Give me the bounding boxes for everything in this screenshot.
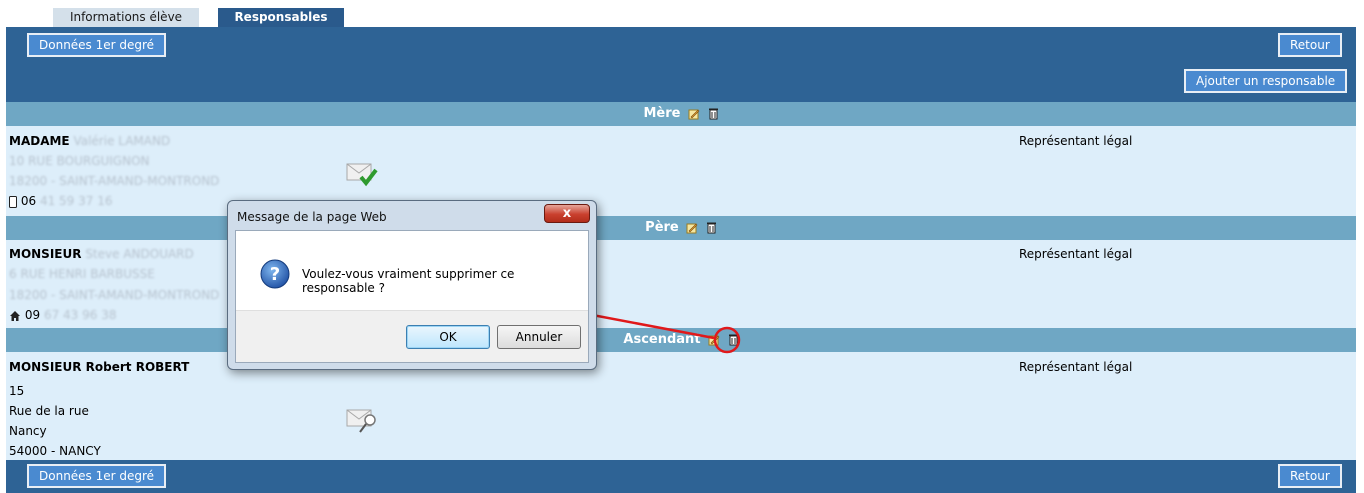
guardian-row-ascendant: MONSIEUR Robert ROBERT 15 Rue de la rue …: [6, 352, 1356, 460]
tab-bar: Informations élève Responsables: [0, 0, 1364, 27]
address-line-1: 10 RUE BOURGUIGNON: [9, 154, 150, 168]
address-line-1: 6 RUE HENRI BARBUSSE: [9, 267, 155, 281]
ok-button[interactable]: OK: [406, 325, 490, 349]
footer-bar: Données 1er degré Retour: [6, 460, 1356, 493]
section-title: Mère: [643, 106, 681, 121]
phone-number: 67 43 96 38: [43, 308, 117, 322]
address-line-1: 15: [9, 384, 25, 398]
add-guardian-button[interactable]: Ajouter un responsable: [1184, 69, 1348, 93]
tab-guardians[interactable]: Responsables: [218, 8, 344, 27]
primary-data-button-bottom[interactable]: Données 1er degré: [27, 464, 167, 488]
section-header-father: Père: [6, 216, 1356, 240]
confirm-dialog: Message de la page Web x ? Voulez-vous v…: [227, 200, 597, 370]
edit-icon[interactable]: [686, 222, 698, 234]
dialog-body: ? Voulez-vous vraiment supprimer ce resp…: [235, 230, 589, 363]
cancel-button[interactable]: Annuler: [497, 325, 581, 349]
guardian-row-father: MONSIEUR Steve ANDOUARD 6 RUE HENRI BARB…: [6, 240, 1356, 328]
address-line-2: Rue de la rue: [9, 404, 89, 418]
legal-status: Représentant légal: [1019, 247, 1133, 261]
tab-student-info[interactable]: Informations élève: [53, 8, 199, 27]
home-icon: [10, 310, 20, 321]
section-title: Ascendant: [623, 332, 701, 347]
section-header-mother: Mère: [6, 102, 1356, 126]
address-line-2: 18200 - SAINT-AMAND-MONTROND: [9, 174, 220, 188]
mail-search-icon[interactable]: [346, 406, 382, 436]
section-title: Père: [645, 220, 679, 235]
dialog-footer: OK Annuler: [236, 310, 588, 362]
back-button-bottom[interactable]: Retour: [1278, 464, 1342, 488]
dialog-title: Message de la page Web: [237, 210, 387, 224]
guardian-name: Steve ANDOUARD: [85, 247, 194, 261]
guardian-name: Valérie LAMAND: [73, 134, 171, 148]
civility: MADAME: [9, 134, 70, 148]
primary-data-button[interactable]: Données 1er degré: [27, 33, 167, 57]
phone-number: 41 59 37 16: [39, 194, 113, 208]
trash-icon[interactable]: [728, 333, 739, 346]
svg-text:?: ?: [270, 264, 280, 285]
phone-prefix: 06: [20, 194, 37, 208]
trash-icon[interactable]: [708, 107, 719, 120]
civility: MONSIEUR: [9, 247, 82, 261]
guardian-name: MONSIEUR Robert ROBERT: [9, 360, 190, 374]
section-header-ascendant: Ascendant: [6, 328, 1356, 352]
guardian-row-mother: MADAME Valérie LAMAND 10 RUE BOURGUIGNON…: [6, 126, 1356, 216]
address-line-2: 18200 - SAINT-AMAND-MONTROND: [9, 288, 220, 302]
question-icon: ?: [260, 259, 290, 289]
back-button[interactable]: Retour: [1278, 33, 1342, 57]
mail-check-icon[interactable]: [346, 160, 380, 188]
mobile-phone-icon: [9, 195, 17, 208]
address-line-3: Nancy: [9, 424, 47, 438]
legal-status: Représentant légal: [1019, 360, 1133, 374]
edit-icon[interactable]: [688, 108, 700, 120]
legal-status: Représentant légal: [1019, 134, 1133, 148]
edit-icon[interactable]: [708, 334, 720, 346]
address-line-4: 54000 - NANCY: [9, 444, 101, 458]
trash-icon[interactable]: [706, 221, 717, 234]
close-icon[interactable]: x: [544, 204, 590, 223]
dialog-message: Voulez-vous vraiment supprimer ce respon…: [302, 267, 515, 295]
header-bar: Données 1er degré Retour Ajouter un resp…: [6, 27, 1356, 102]
phone-prefix: 09: [24, 308, 41, 322]
